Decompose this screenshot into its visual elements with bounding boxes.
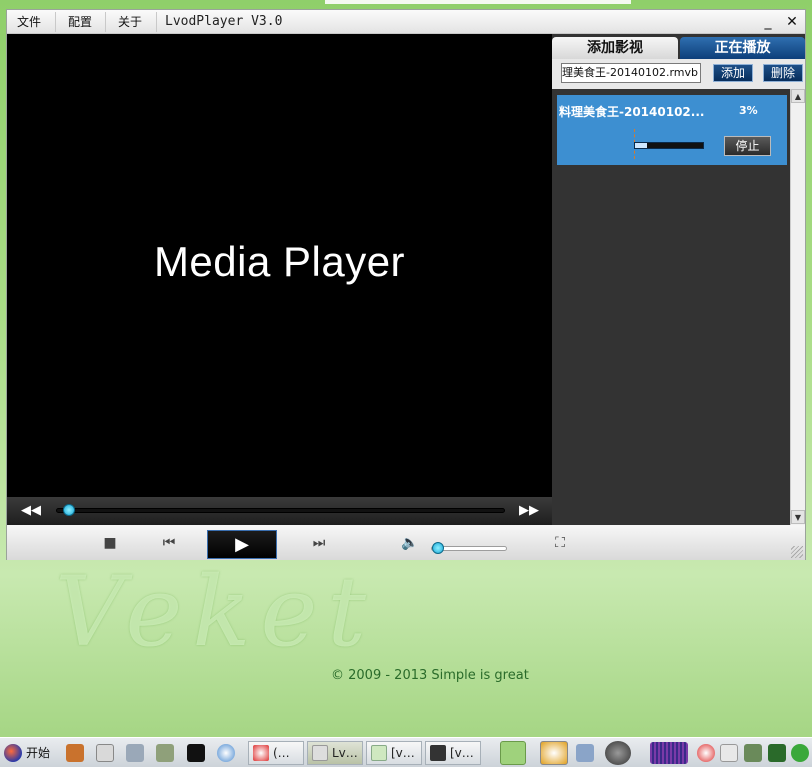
- keyboard-icon[interactable]: [720, 744, 738, 762]
- fullscreen-icon[interactable]: ⛶: [551, 534, 569, 552]
- menu-file[interactable]: 文件: [15, 13, 43, 31]
- terminal-icon: [430, 745, 446, 761]
- control-bar: ■ ⏮ ▶ ⏭ 🔈 ⛶: [7, 525, 805, 560]
- next-icon[interactable]: ⏭: [310, 534, 328, 552]
- item-progress-text: 3%: [739, 104, 758, 117]
- video-area[interactable]: Media Player: [7, 34, 552, 497]
- previous-icon[interactable]: ⏮: [160, 534, 178, 552]
- photo-icon[interactable]: [96, 744, 114, 762]
- cpu-monitor-icon: [650, 742, 688, 764]
- network-icon[interactable]: [744, 744, 762, 762]
- volume-icon[interactable]: 🔈: [401, 534, 419, 552]
- start-orb-icon: [4, 744, 22, 762]
- taskbar: 开始 (… Lv… [v… [v…: [0, 737, 812, 767]
- stop-download-button[interactable]: 停止: [724, 136, 771, 156]
- playlist-panel: 添加影视 正在播放 料理美食王-20140102.rmvb 添加 删除 料理美食…: [552, 34, 805, 525]
- seek-handle[interactable]: [62, 504, 75, 516]
- package-icon[interactable]: [156, 744, 174, 762]
- task-label: (…: [273, 746, 290, 760]
- disc-icon[interactable]: [605, 741, 631, 765]
- delete-button[interactable]: 删除: [763, 64, 803, 82]
- video-placeholder-text: Media Player: [153, 238, 406, 285]
- item-title: 料理美食王-20140102...: [559, 105, 705, 119]
- browser-icon[interactable]: [217, 744, 235, 762]
- download-tray-icon[interactable]: [697, 744, 715, 762]
- start-button[interactable]: 开始: [4, 743, 50, 763]
- brand-logo: Veket: [55, 556, 376, 668]
- play-button[interactable]: ▶: [207, 530, 277, 559]
- window-title: LvodPlayer V3.0: [165, 14, 283, 29]
- menu-config[interactable]: 配置: [66, 13, 94, 31]
- desktop-top-strip: [325, 0, 631, 4]
- task-button-active[interactable]: Lv…: [307, 741, 363, 765]
- brush-icon[interactable]: [66, 744, 84, 762]
- tab-now-playing[interactable]: 正在播放: [680, 37, 805, 59]
- close-button[interactable]: ✕: [783, 14, 801, 30]
- chrome-icon[interactable]: [540, 741, 568, 765]
- terminal-icon[interactable]: [187, 744, 205, 762]
- playlist: 料理美食王-20140102... 3% 停止 ▲ ▼: [552, 89, 805, 525]
- player-window: 文件 配置 关于 LvodPlayer V3.0 _ ✕ Media Playe…: [6, 9, 806, 560]
- resize-grip-icon[interactable]: [791, 546, 803, 558]
- add-row: 料理美食王-20140102.rmvb 添加 删除: [552, 59, 805, 89]
- task-button[interactable]: [v…: [366, 741, 422, 765]
- task-label: Lv…: [332, 746, 358, 760]
- menu-about[interactable]: 关于: [116, 13, 144, 31]
- seek-bar: ◀◀ ▶▶: [7, 497, 552, 525]
- rewind-icon[interactable]: ◀◀: [21, 503, 41, 519]
- fast-forward-icon[interactable]: ▶▶: [519, 503, 539, 519]
- item-progress-bar: [634, 142, 704, 149]
- settings-icon[interactable]: [126, 744, 144, 762]
- tab-add-video[interactable]: 添加影视: [552, 37, 678, 59]
- title-bar: 文件 配置 关于 LvodPlayer V3.0 _ ✕: [7, 10, 805, 34]
- scroll-down-icon[interactable]: ▼: [791, 510, 805, 524]
- scroll-up-icon[interactable]: ▲: [791, 89, 805, 103]
- task-label: [v…: [450, 746, 474, 760]
- update-icon[interactable]: [768, 744, 786, 762]
- start-label: 开始: [26, 746, 51, 760]
- menu-separator: [55, 12, 56, 32]
- screenshot-icon[interactable]: [576, 744, 594, 762]
- menu-separator: [156, 12, 157, 32]
- task-button[interactable]: [v…: [425, 741, 481, 765]
- volume-handle[interactable]: [431, 542, 444, 554]
- task-label: [v…: [391, 746, 415, 760]
- seek-track[interactable]: [56, 508, 505, 513]
- download-icon: [253, 745, 269, 761]
- desktop-brand: Veket: [55, 556, 535, 668]
- stop-icon[interactable]: ■: [101, 534, 119, 552]
- file-path-input[interactable]: 料理美食王-20140102.rmvb: [561, 63, 701, 83]
- folder-icon: [371, 745, 387, 761]
- item-progress-fill: [635, 143, 648, 148]
- workspace-icon[interactable]: [500, 741, 526, 765]
- minimize-button[interactable]: _: [759, 14, 777, 30]
- menu-separator: [105, 12, 106, 32]
- chat-icon[interactable]: [791, 744, 809, 762]
- playlist-scrollbar[interactable]: ▲ ▼: [790, 89, 805, 525]
- copyright-text: © 2009 - 2013 Simple is great: [331, 668, 529, 683]
- list-item[interactable]: 料理美食王-20140102... 3% 停止: [557, 95, 787, 165]
- app-icon: [312, 745, 328, 761]
- add-button[interactable]: 添加: [713, 64, 753, 82]
- task-button[interactable]: (…: [248, 741, 304, 765]
